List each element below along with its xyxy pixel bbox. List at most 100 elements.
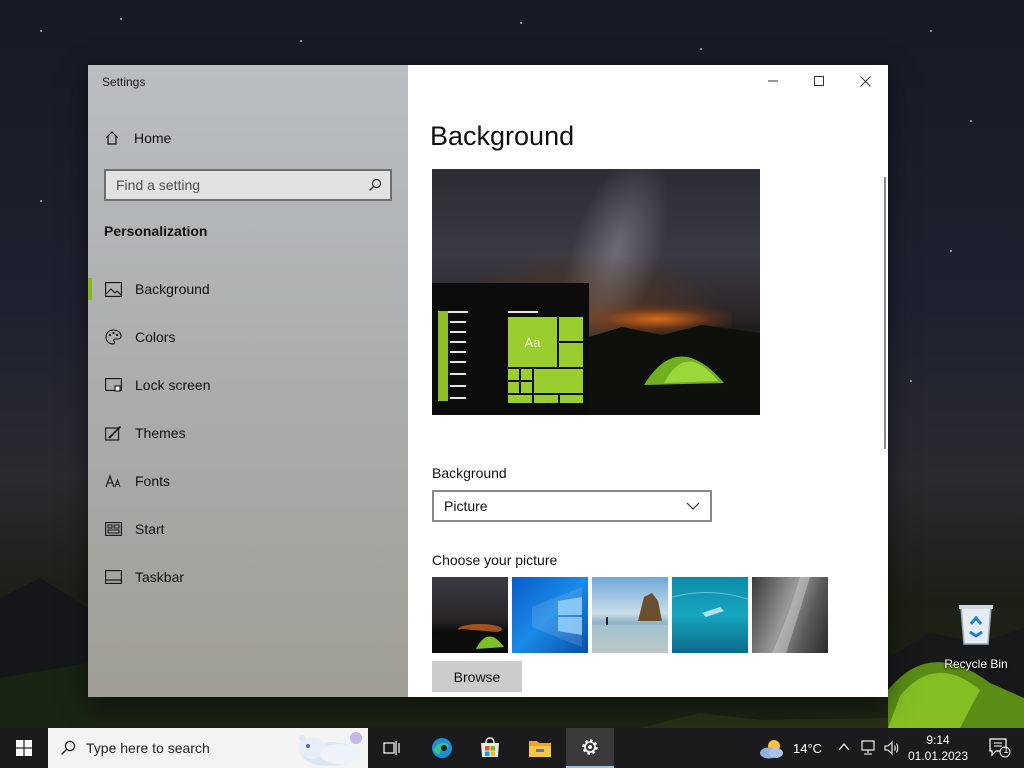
background-type-label: Background xyxy=(432,465,507,481)
settings-window: Settings Home Personalization Background xyxy=(88,65,888,697)
find-setting-search[interactable] xyxy=(104,169,392,201)
window-controls xyxy=(750,65,888,97)
close-button[interactable] xyxy=(842,65,888,97)
maximize-button[interactable] xyxy=(796,65,842,97)
taskbar: Type here to search 14°C 9:14 01.01.2023… xyxy=(0,728,1024,768)
task-view-icon xyxy=(383,741,400,755)
action-center-button[interactable]: 1 xyxy=(976,728,1024,768)
picture-icon xyxy=(104,280,122,298)
preview-tile xyxy=(508,395,532,403)
picture-thumb-beach[interactable] xyxy=(592,577,668,653)
sidebar: Settings Home Personalization Background xyxy=(88,65,408,697)
sidebar-item-label: Taskbar xyxy=(135,569,185,585)
sidebar-item-background[interactable]: Background xyxy=(88,265,408,313)
preview-tile xyxy=(559,317,583,341)
task-view-button[interactable] xyxy=(368,728,416,768)
file-explorer-button[interactable] xyxy=(516,728,564,768)
sidebar-item-start[interactable]: Start xyxy=(88,505,408,553)
maximize-icon xyxy=(814,76,824,86)
preview-menu-line xyxy=(450,385,466,387)
star xyxy=(120,18,122,20)
background-type-dropdown[interactable]: Picture xyxy=(432,490,712,522)
edge-icon xyxy=(432,738,452,758)
folder-icon xyxy=(529,741,551,757)
minimize-button[interactable] xyxy=(750,65,796,97)
network-icon[interactable] xyxy=(860,740,876,756)
start-button[interactable] xyxy=(0,728,48,768)
sidebar-item-lock-screen[interactable]: Lock screen xyxy=(88,361,408,409)
star xyxy=(40,200,42,202)
gear-icon xyxy=(582,739,598,755)
windows-logo-icon xyxy=(16,740,32,756)
search-highlight-polar-bear-icon xyxy=(278,728,368,768)
page-title: Background xyxy=(430,121,575,151)
sidebar-item-taskbar[interactable]: Taskbar xyxy=(88,553,408,601)
recycle-bin[interactable]: Recycle Bin xyxy=(940,598,1012,674)
background-preview: Aa xyxy=(432,169,760,415)
preview-menu-line xyxy=(450,321,466,323)
start-icon xyxy=(104,520,122,538)
browse-button[interactable]: Browse xyxy=(432,661,522,692)
sidebar-item-fonts[interactable]: Fonts xyxy=(88,457,408,505)
sidebar-item-label: Colors xyxy=(135,329,176,345)
notification-count: 1 xyxy=(1003,745,1009,755)
home-icon xyxy=(105,131,119,145)
weather-partly-cloudy-icon xyxy=(760,740,783,759)
section-title-personalization: Personalization xyxy=(104,223,208,239)
minimize-icon xyxy=(768,80,778,82)
show-hidden-icons-chevron-up-icon[interactable] xyxy=(838,742,850,752)
preview-menu-line xyxy=(450,373,466,375)
sidebar-item-label: Fonts xyxy=(135,473,171,489)
preview-tile xyxy=(508,369,519,380)
sidebar-nav: Background Colors Lock screen Themes Fon… xyxy=(88,265,408,601)
preview-start-menu: Aa xyxy=(432,283,589,415)
search-icon xyxy=(369,178,382,191)
taskbar-search-box[interactable]: Type here to search xyxy=(48,728,368,768)
fonts-icon xyxy=(104,472,122,490)
volume-icon[interactable] xyxy=(884,740,900,756)
preview-menu-line xyxy=(450,331,466,333)
lock-screen-icon xyxy=(104,376,122,394)
preview-menu-line xyxy=(450,397,466,399)
sidebar-item-colors[interactable]: Colors xyxy=(88,313,408,361)
dropdown-value: Picture xyxy=(444,498,488,514)
picture-thumb-night-tent[interactable] xyxy=(432,577,508,653)
clock[interactable]: 9:14 01.01.2023 xyxy=(904,732,972,764)
preview-tile xyxy=(508,382,519,393)
preview-menu-line xyxy=(450,351,466,353)
weather-temperature[interactable]: 14°C xyxy=(793,741,822,756)
picture-thumb-underwater[interactable] xyxy=(672,577,748,653)
preview-tile xyxy=(534,369,583,393)
star xyxy=(520,22,522,24)
preview-tile-header xyxy=(508,311,538,313)
home-label: Home xyxy=(134,130,172,146)
taskbar-icon xyxy=(104,568,122,586)
star xyxy=(40,30,42,32)
microsoft-store-button[interactable] xyxy=(466,728,514,768)
window-title: Settings xyxy=(102,75,146,89)
search-icon xyxy=(60,740,76,756)
star xyxy=(930,30,932,32)
star xyxy=(950,250,952,252)
find-setting-input[interactable] xyxy=(116,177,368,193)
star xyxy=(700,48,702,50)
sidebar-item-label: Start xyxy=(135,521,165,537)
sidebar-item-label: Background xyxy=(135,281,210,297)
settings-taskbar-button[interactable] xyxy=(566,728,614,768)
home-button[interactable]: Home xyxy=(104,125,394,151)
edge-browser-button[interactable] xyxy=(418,728,466,768)
sidebar-item-themes[interactable]: Themes xyxy=(88,409,408,457)
store-icon xyxy=(481,737,499,757)
picture-thumb-windows-blue[interactable] xyxy=(512,577,588,653)
preview-tile xyxy=(521,369,532,380)
preview-menu-line xyxy=(450,341,466,343)
star xyxy=(300,40,302,42)
close-icon xyxy=(859,75,871,87)
content-scrollbar[interactable] xyxy=(884,177,886,449)
sidebar-item-label: Lock screen xyxy=(135,377,211,393)
choose-picture-label: Choose your picture xyxy=(432,552,558,568)
picture-thumb-rock[interactable] xyxy=(752,577,828,653)
sidebar-item-label: Themes xyxy=(135,425,186,441)
preview-tile: Aa xyxy=(508,317,557,367)
content-pane: Background Aa Background Picture Choose … xyxy=(408,65,888,697)
